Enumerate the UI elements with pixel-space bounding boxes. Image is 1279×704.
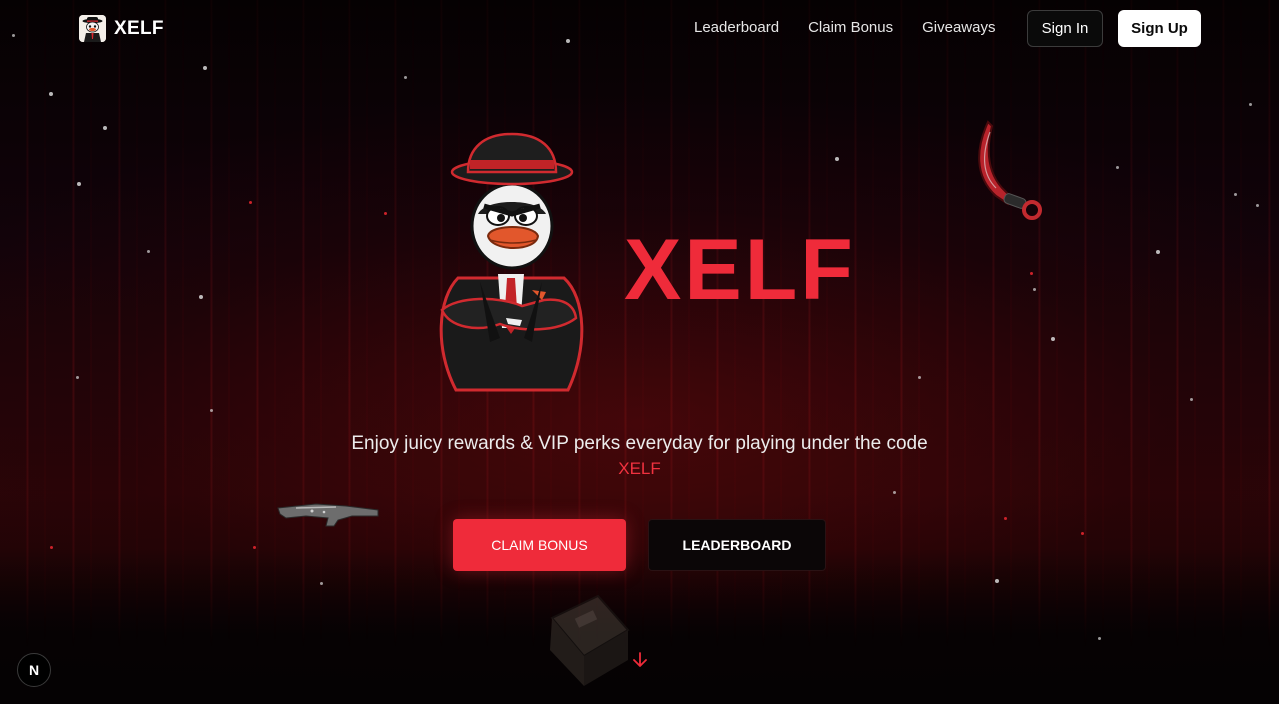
top-navbar: XELF Leaderboard Claim Bonus Giveaways S… — [0, 0, 1279, 58]
landing-page: XELF Leaderboard Claim Bonus Giveaways S… — [0, 0, 1279, 704]
sign-in-button[interactable]: Sign In — [1027, 10, 1103, 47]
nav-link-giveaways[interactable]: Giveaways — [922, 19, 995, 36]
brand-name: XELF — [114, 17, 164, 39]
brand-link[interactable]: XELF — [79, 15, 164, 42]
nav-links: Leaderboard Claim Bonus Giveaways — [694, 19, 995, 36]
hero-tagline: Enjoy juicy rewards & VIP perks everyday… — [351, 433, 928, 454]
karambit-knife-icon — [978, 120, 1042, 220]
arrow-down-icon[interactable] — [631, 651, 649, 669]
leaderboard-button[interactable]: LEADERBOARD — [648, 519, 826, 571]
duck-mascot-illustration — [439, 132, 584, 392]
promo-code: XELF — [618, 459, 661, 478]
hero-title: XELF — [624, 222, 856, 318]
rifle-icon — [277, 503, 379, 527]
nav-link-claim-bonus[interactable]: Claim Bonus — [808, 19, 893, 36]
duck-mascot-logo-icon — [79, 15, 106, 42]
claim-bonus-button[interactable]: CLAIM BONUS — [453, 519, 626, 571]
nav-link-leaderboard[interactable]: Leaderboard — [694, 19, 779, 36]
background-stripes — [0, 0, 1279, 704]
weapon-case-icon — [550, 594, 630, 686]
dev-tools-badge[interactable]: N — [17, 653, 51, 687]
sign-up-button[interactable]: Sign Up — [1118, 10, 1201, 47]
